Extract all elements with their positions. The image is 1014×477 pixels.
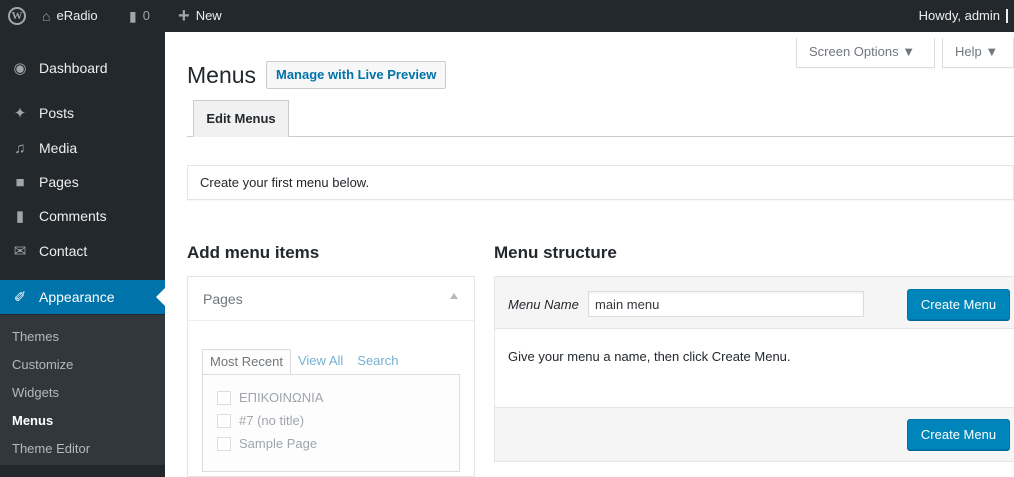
- menu-structure-body: Give your menu a name, then click Create…: [494, 329, 1014, 409]
- pages-panel-title: Pages: [203, 291, 243, 307]
- menu-name-label: Menu Name: [508, 297, 579, 312]
- pin-icon: ✦: [13, 105, 27, 122]
- submenu-customize[interactable]: Customize: [12, 357, 73, 372]
- sidebar-item-pages[interactable]: ■ Pages: [0, 165, 165, 199]
- tab-edit-menus[interactable]: Edit Menus: [193, 100, 289, 137]
- collapse-arrow-icon: [450, 293, 458, 299]
- sidebar-item-comments[interactable]: ▮ Comments: [0, 199, 165, 233]
- site-name-link[interactable]: ⌂ eRadio: [42, 0, 98, 32]
- sidebar-item-label: Media: [39, 140, 78, 156]
- sidebar-item-dashboard[interactable]: ◉ Dashboard: [0, 51, 165, 85]
- comment-bubble-icon: ▮: [129, 8, 137, 24]
- submenu-theme-editor[interactable]: Theme Editor: [12, 441, 90, 456]
- site-name: eRadio: [56, 8, 98, 23]
- add-menu-items-heading: Add menu items: [187, 243, 320, 262]
- sidebar-item-media[interactable]: ♫ Media: [0, 131, 165, 165]
- admin-bar: W ⌂ eRadio ▮ 0 + New Howdy, admin: [0, 0, 1014, 32]
- submenu-themes[interactable]: Themes: [12, 329, 59, 344]
- list-item[interactable]: ΕΠΙΚΟΙΝΩΝΙΑ: [217, 390, 323, 405]
- sidebar-item-label: Contact: [39, 243, 88, 259]
- info-notice: Create your first menu below.: [187, 165, 1014, 200]
- sidebar-item-label: Pages: [39, 174, 79, 190]
- list-item[interactable]: Sample Page: [217, 436, 317, 451]
- page-checkbox[interactable]: [217, 390, 231, 405]
- sidebar-item-label: Appearance: [39, 289, 115, 305]
- page-checkbox[interactable]: [217, 413, 231, 428]
- help-button[interactable]: Help ▼: [942, 38, 1014, 68]
- screen-options-button[interactable]: Screen Options ▼: [796, 38, 935, 68]
- menu-name-input[interactable]: [588, 291, 864, 317]
- account-menu[interactable]: Howdy, admin: [919, 0, 1000, 32]
- page-title: Menus: [187, 62, 257, 88]
- menu-name-bar: Menu Name Create Menu: [494, 276, 1014, 329]
- pages-panel: Pages Most Recent View All Search ΕΠΙΚΟΙ…: [187, 276, 475, 477]
- new-label: New: [195, 8, 222, 23]
- sidebar-item-contact[interactable]: ✉ Contact: [0, 234, 165, 268]
- mail-icon: ✉: [13, 243, 27, 260]
- tab-search[interactable]: Search: [350, 349, 405, 375]
- menu-footer-bar: Create Menu: [494, 407, 1014, 462]
- howdy-text: Howdy, admin: [918, 8, 1000, 23]
- create-menu-button[interactable]: Create Menu: [907, 289, 1010, 320]
- pages-list: ΕΠΙΚΟΙΝΩΝΙΑ #7 (no title) Sample Page: [202, 374, 460, 472]
- appearance-submenu: Themes Customize Widgets Menus Theme Edi…: [0, 315, 165, 465]
- tab-divider: [187, 136, 1014, 137]
- brush-icon: ✐: [13, 289, 27, 306]
- sidebar-item-posts[interactable]: ✦ Posts: [0, 96, 165, 130]
- avatar-edge: [1006, 9, 1008, 23]
- submenu-widgets[interactable]: Widgets: [12, 385, 59, 400]
- comment-icon: ▮: [15, 208, 25, 225]
- dashboard-icon: ◉: [13, 60, 27, 77]
- page-label: ΕΠΙΚΟΙΝΩΝΙΑ: [239, 390, 324, 405]
- submenu-menus[interactable]: Menus: [12, 413, 53, 428]
- sidebar-item-appearance[interactable]: ✐ Appearance: [0, 280, 165, 314]
- sidebar-item-label: Dashboard: [39, 60, 108, 76]
- tab-view-all[interactable]: View All: [291, 349, 350, 375]
- plus-icon: +: [178, 5, 190, 27]
- comments-link[interactable]: ▮ 0: [129, 0, 150, 32]
- wordpress-logo-button[interactable]: W: [8, 0, 26, 32]
- new-content-button[interactable]: + New: [178, 0, 222, 32]
- menu-structure-panel: Menu Name Create Menu Give your menu a n…: [494, 276, 1014, 477]
- instructions-text: Give your menu a name, then click Create…: [508, 349, 791, 364]
- create-menu-button-bottom[interactable]: Create Menu: [907, 419, 1010, 450]
- page-checkbox[interactable]: [217, 436, 231, 451]
- pages-panel-header[interactable]: Pages: [188, 277, 474, 321]
- sidebar-item-label: Comments: [39, 208, 107, 224]
- pages-tabs: Most Recent View All Search: [202, 349, 405, 375]
- tab-most-recent[interactable]: Most Recent: [202, 349, 291, 375]
- list-item[interactable]: #7 (no title): [217, 413, 304, 428]
- media-icon: ♫: [14, 139, 26, 157]
- home-icon: ⌂: [42, 8, 51, 24]
- admin-sidebar: ◉ Dashboard ✦ Posts ♫ Media ■ Pages ▮ Co…: [0, 32, 165, 477]
- comments-count: 0: [142, 8, 150, 23]
- page-label: Sample Page: [239, 436, 318, 451]
- pages-icon: ■: [15, 173, 25, 191]
- wordpress-logo-icon: W: [8, 7, 26, 25]
- live-preview-button[interactable]: Manage with Live Preview: [266, 61, 447, 89]
- page-label: #7 (no title): [239, 413, 305, 428]
- menu-structure-heading: Menu structure: [494, 243, 617, 262]
- sidebar-item-label: Posts: [39, 105, 75, 121]
